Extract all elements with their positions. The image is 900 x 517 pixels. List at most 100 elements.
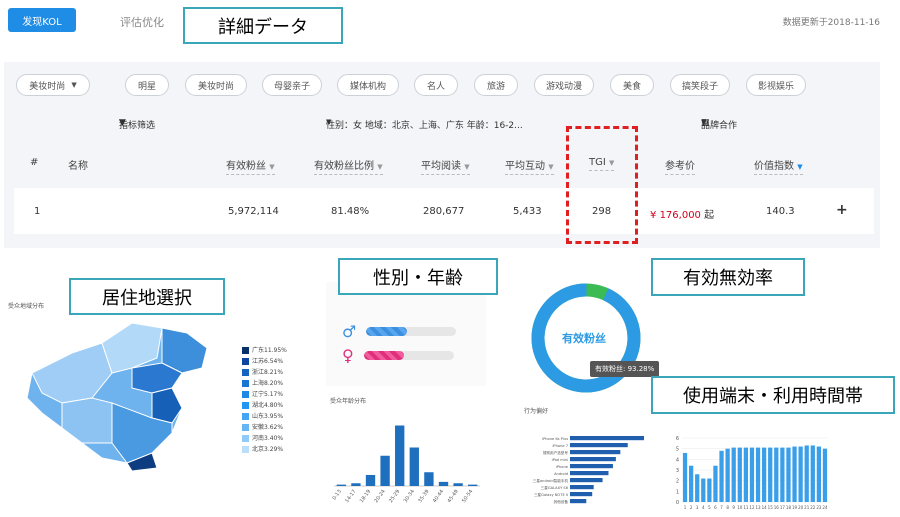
col-valid-ratio[interactable]: 有效粉丝比例 ▼: [314, 157, 383, 175]
col-reference-price[interactable]: 参考价: [665, 157, 695, 175]
tab-evaluate-optimize[interactable]: 评估优化: [120, 14, 164, 30]
chip-famous-people[interactable]: 名人: [414, 74, 458, 96]
row-rank: 1: [34, 206, 41, 217]
time-y-tick: 3: [676, 468, 679, 474]
row-valid-ratio: 81.48%: [331, 206, 370, 217]
map-title: 受众地域分布: [8, 303, 45, 310]
sort-icon: ▼: [797, 163, 803, 171]
price-suffix: 起: [704, 210, 715, 221]
time-bar: [688, 465, 694, 502]
legend-label: 河南3.40%: [252, 435, 284, 442]
time-bar: [786, 447, 791, 502]
time-y-tick: 4: [676, 457, 679, 463]
map-legend-item: 上海8.20%: [242, 378, 283, 387]
map-legend-item: 辽宁5.17%: [242, 389, 283, 398]
chip-travel[interactable]: 旅游: [474, 74, 518, 96]
device-label: 三星GALAXY S6: [541, 485, 569, 490]
row-value-index: 140.3: [766, 206, 795, 217]
col-avg-reads[interactable]: 平均阅读 ▼: [421, 157, 470, 175]
legend-swatch: [242, 435, 249, 442]
time-x-tick: 13: [755, 505, 761, 510]
device-label: 三星android智能手机: [533, 478, 569, 483]
legend-swatch: [242, 369, 249, 376]
chip-celebrity[interactable]: 明星: [125, 74, 169, 96]
chip-food[interactable]: 美食: [610, 74, 654, 96]
col-value-index[interactable]: 价值指数 ▼: [754, 157, 803, 175]
col-name: 名称: [68, 161, 88, 172]
col-avg-interactions[interactable]: 平均互动 ▼: [505, 157, 554, 175]
device-label: iPhone 7: [552, 444, 568, 448]
brand-cooperation-label: 品牌合作: [701, 121, 738, 131]
legend-label: 北京3.29%: [252, 446, 284, 453]
legend-swatch: [242, 413, 249, 420]
time-x-tick: 24: [822, 505, 828, 510]
chevron-down-icon: ▼: [119, 118, 125, 126]
row-reference-price: ¥ 176,000 起: [650, 206, 714, 221]
time-bar: [780, 447, 785, 502]
age-tick-label: 40-44: [432, 489, 445, 504]
china-map[interactable]: [12, 313, 232, 473]
female-row: ♀: [342, 346, 454, 365]
chevron-down-icon: ▼: [71, 81, 77, 89]
device-bar: [570, 436, 644, 441]
legend-swatch: [242, 347, 249, 354]
legend-label: 浙江8.21%: [252, 369, 284, 376]
callout-valid-rate: 有効無効率: [651, 258, 805, 296]
time-x-tick: 17: [780, 505, 786, 510]
legend-swatch: [242, 358, 249, 365]
device-label: Android: [554, 472, 568, 476]
time-bar: [792, 446, 797, 502]
time-bar: [713, 465, 718, 502]
device-title: 行为偏好: [524, 408, 549, 415]
time-bar: [761, 447, 767, 502]
age-bar: [438, 481, 449, 486]
time-bar: [755, 447, 761, 502]
age-tick-label: 18-19: [359, 489, 372, 504]
time-bar: [725, 448, 730, 502]
add-button[interactable]: +: [836, 202, 848, 218]
device-label: iPad mini: [552, 458, 568, 462]
time-x-tick: 4: [702, 505, 705, 510]
discover-kol-button[interactable]: 发现KOL: [8, 8, 76, 32]
callout-details: 詳細データ: [183, 7, 343, 44]
legend-label: 湖北4.80%: [252, 402, 284, 409]
age-tick-label: 14-17: [344, 489, 357, 504]
time-bar: [749, 447, 755, 502]
price-value: 176,000: [659, 210, 701, 221]
chip-media[interactable]: 媒体机构: [337, 74, 399, 96]
row-avg-interactions: 5,433: [513, 206, 542, 217]
map-legend-item: 湖北4.80%: [242, 400, 283, 409]
legend-label: 江苏6.54%: [252, 358, 284, 365]
map-legend-item: 山东3.95%: [242, 411, 283, 420]
time-bar: [701, 478, 706, 502]
legend-swatch: [242, 446, 249, 453]
time-y-tick: 5: [676, 447, 679, 453]
callout-gender-age: 性別・年齢: [338, 258, 498, 295]
callout-device-time: 使用端末・利用時間帯: [651, 376, 895, 414]
device-bar: [570, 450, 621, 455]
time-bar: [810, 445, 815, 502]
device-bar: [570, 485, 594, 490]
callout-residence: 居住地選択: [69, 278, 225, 315]
metric-filter-label: 指标筛选: [119, 121, 156, 131]
male-row: ♂: [342, 322, 457, 341]
chip-funny[interactable]: 搞笑段子: [670, 74, 730, 96]
age-tick-label: 35-39: [417, 489, 430, 504]
col-label: 有效粉丝比例: [314, 161, 374, 172]
chip-games-anime[interactable]: 游戏动漫: [534, 74, 594, 96]
chip-mother-baby[interactable]: 母婴亲子: [262, 74, 322, 96]
category-dropdown[interactable]: 美妆时尚 ▼: [16, 74, 90, 96]
chip-beauty[interactable]: 美妆时尚: [185, 74, 247, 96]
time-bar: [816, 446, 822, 502]
device-bar: [570, 478, 603, 483]
time-x-tick: 14: [762, 505, 768, 510]
col-valid-followers[interactable]: 有效粉丝 ▼: [226, 157, 275, 175]
chip-film-entertainment[interactable]: 影视娱乐: [746, 74, 806, 96]
time-x-tick: 12: [749, 505, 755, 510]
gender-card: ♂ ♀: [326, 282, 486, 386]
age-bar: [395, 425, 405, 486]
legend-label: 广东11.95%: [252, 347, 287, 354]
device-chart: iPhone 6s Plus iPhone 7 搜狗用户选型号 iPad mini iP…: [533, 436, 644, 504]
age-tick-label: 20-24: [373, 489, 386, 504]
age-bar: [365, 475, 376, 486]
